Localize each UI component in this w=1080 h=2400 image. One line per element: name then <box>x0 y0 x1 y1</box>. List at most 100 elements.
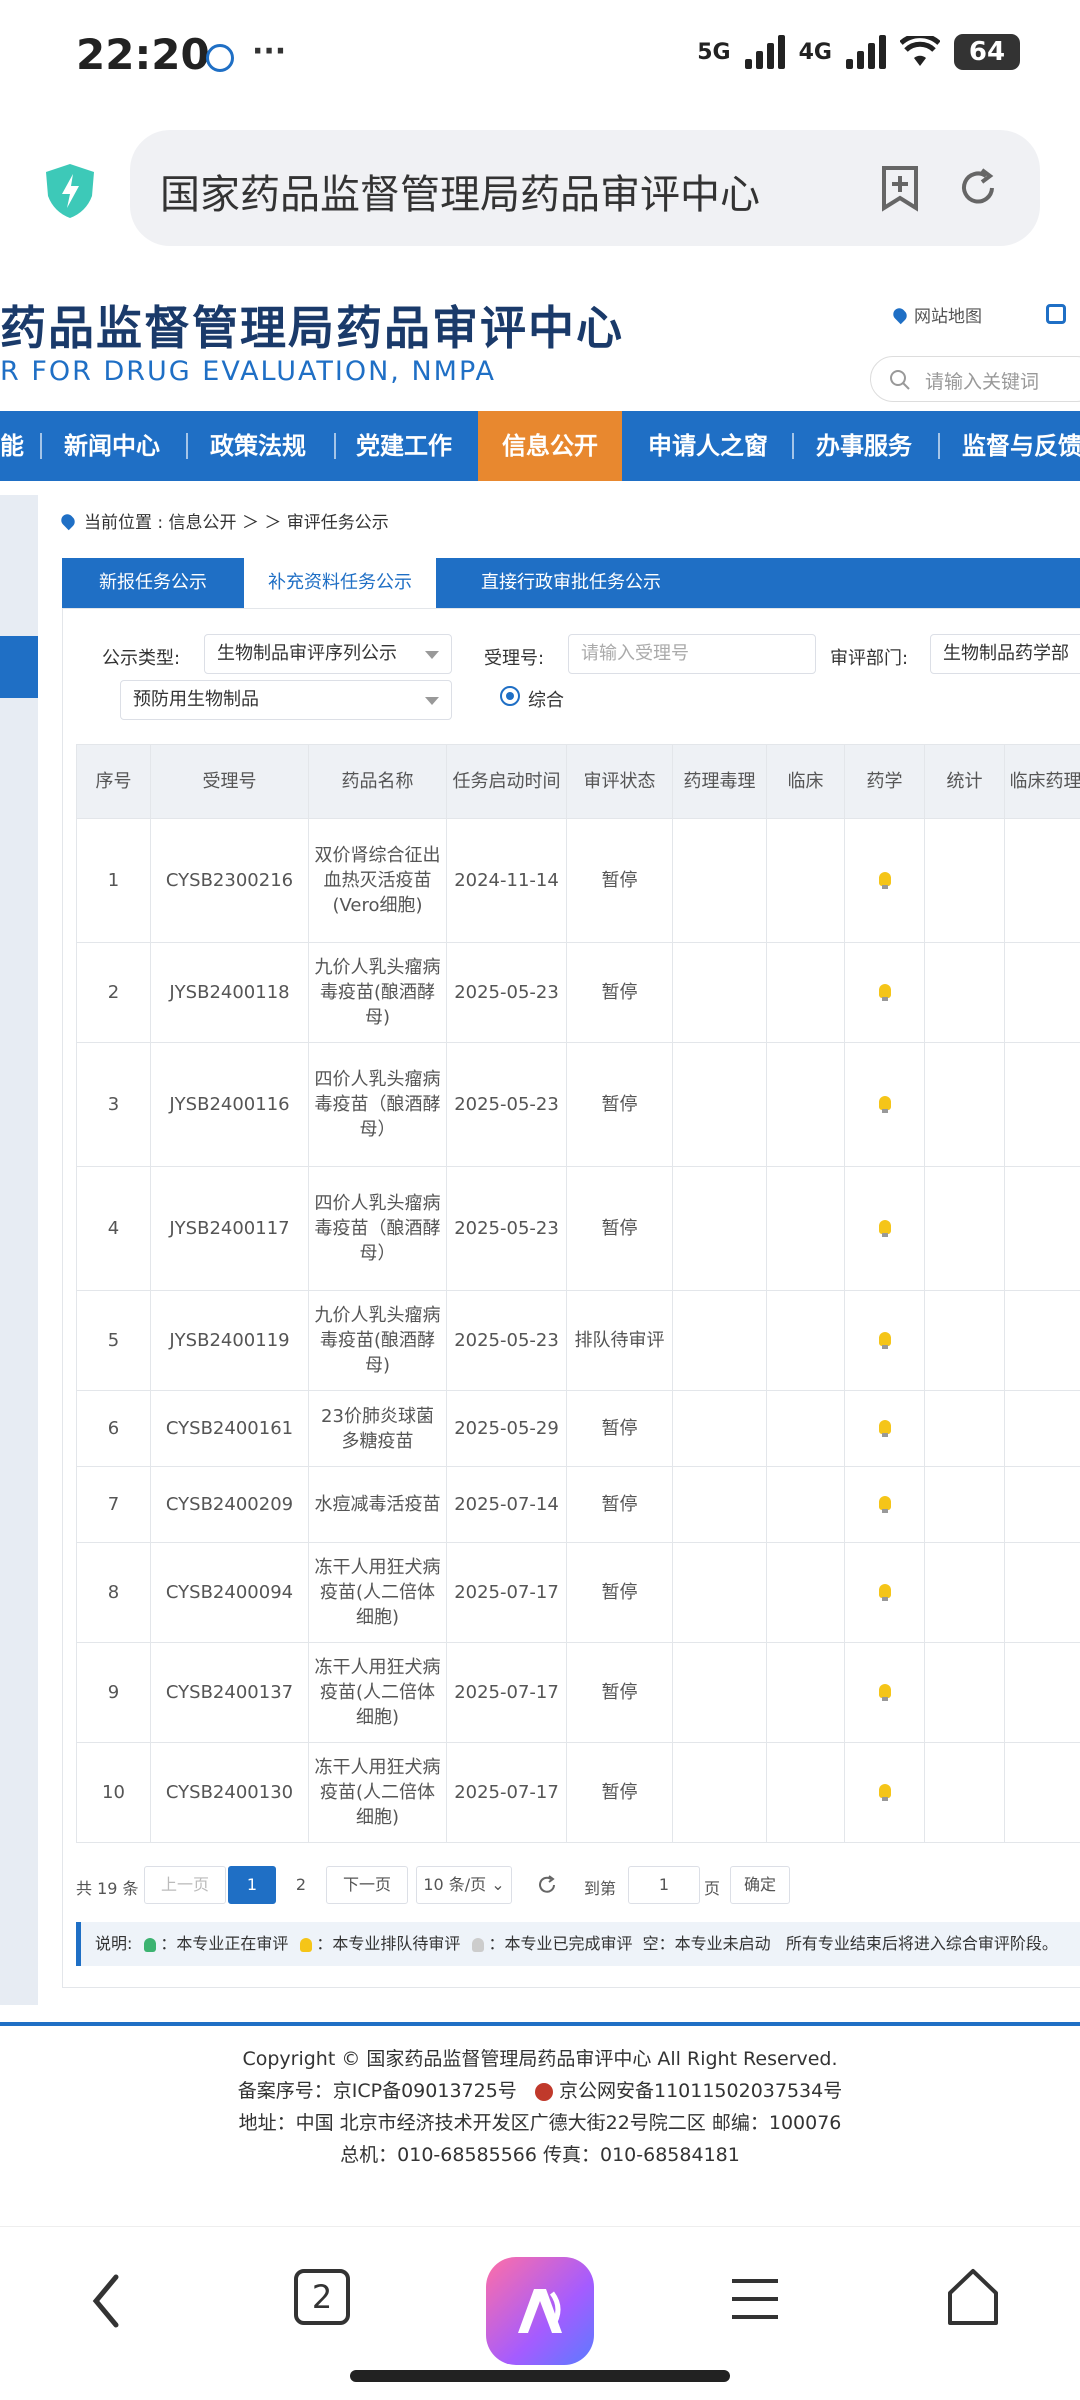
ai-assistant-button[interactable] <box>486 2257 594 2365</box>
cell-drug-name[interactable]: 冻干人用狂犬病疫苗(人二倍体细胞) <box>308 1742 447 1843</box>
signal-5g-icon <box>744 35 785 69</box>
dept-select[interactable]: 生物制品药学部 <box>930 634 1080 674</box>
cell-clinical <box>766 818 845 943</box>
site-title: 药品监督管理局药品审评中心 <box>0 301 624 355</box>
sidebar-active-item[interactable] <box>0 636 38 698</box>
table-row: 10 CYSB2400130 冻干人用狂犬病疫苗(人二倍体细胞) 2025-07-17… <box>76 1742 1080 1843</box>
cell-pharmacy <box>844 1642 925 1743</box>
cell-no: 6 <box>76 1390 151 1467</box>
address-bar[interactable]: 国家药品监督管理局药品审评中心 <box>130 130 1040 246</box>
cell-drug-name[interactable]: 九价人乳头瘤病毒疫苗(酿酒酵母) <box>308 1290 447 1391</box>
legend-gray-text: ：本专业已完成审评 <box>488 1934 633 1953</box>
cell-drug-name[interactable]: 冻干人用狂犬病疫苗(人二倍体细胞) <box>308 1642 447 1743</box>
site-search-input[interactable]: 请输入关键词 <box>870 356 1080 402</box>
cell-statistics <box>924 942 1005 1043</box>
yellow-bulb-icon <box>878 1684 891 1701</box>
cell-drug-name[interactable]: 23价肺炎球菌多糖疫苗 <box>308 1390 447 1467</box>
cell-status: 暂停 <box>566 1742 673 1843</box>
page-2-button[interactable]: 2 <box>278 1866 324 1904</box>
cell-clinical <box>766 1166 845 1291</box>
page-1-button[interactable]: 1 <box>228 1866 276 1904</box>
refresh-icon[interactable] <box>536 1874 558 1896</box>
cell-clinical <box>766 1742 845 1843</box>
cell-drug-name[interactable]: 双价肾综合征出血热灭活疫苗(Vero细胞) <box>308 818 447 943</box>
gesture-home-bar[interactable] <box>350 2370 730 2382</box>
cell-pharm-tox <box>672 1042 767 1167</box>
cell-start-time: 2025-07-14 <box>446 1466 567 1543</box>
sitemap-link[interactable]: 网站地图 <box>890 302 982 327</box>
nav-item-party[interactable]: 党建工作 <box>356 411 452 481</box>
menu-icon[interactable] <box>730 2277 780 2321</box>
cell-clinical <box>766 1642 845 1743</box>
cell-start-time: 2025-07-17 <box>446 1742 567 1843</box>
cell-statistics <box>924 1390 1005 1467</box>
type-select[interactable]: 生物制品审评序列公示 <box>204 634 452 674</box>
cell-pharm-tox <box>672 1290 767 1391</box>
confirm-button[interactable]: 确定 <box>730 1866 790 1904</box>
search-icon[interactable] <box>889 369 911 391</box>
cell-clinical <box>766 1042 845 1167</box>
tabs-button[interactable]: 2 <box>294 2269 350 2325</box>
task-table: 序号 受理号 药品名称 任务启动时间 审评状态 药理毒理 临床 药学 统计 临床… <box>76 744 1080 1843</box>
footer-record: 备案序号：京ICP备09013725号 京公网安备11011502037534号 <box>0 2076 1080 2103</box>
cell-pharm-tox <box>672 1642 767 1743</box>
home-icon[interactable] <box>946 2267 1000 2327</box>
bookmark-add-icon[interactable] <box>878 164 922 212</box>
goto-label: 到第 <box>584 1879 617 1898</box>
sitemap-label[interactable]: 网站地图 <box>914 307 982 327</box>
type-select-value: 生物制品审评序列公示 <box>217 643 397 664</box>
cell-status: 暂停 <box>566 942 673 1043</box>
next-page-button[interactable]: 下一页 <box>326 1866 408 1904</box>
refresh-icon[interactable] <box>956 166 1000 210</box>
dept-select-value: 生物制品药学部 <box>943 643 1069 664</box>
back-icon[interactable] <box>88 2271 124 2331</box>
col-header-drug-name: 药品名称 <box>308 744 447 819</box>
cell-drug-name[interactable]: 四价人乳头瘤病毒疫苗（酿酒酵母） <box>308 1166 447 1291</box>
cell-status: 排队待审评 <box>566 1290 673 1391</box>
comprehensive-radio[interactable] <box>500 686 520 706</box>
nav-item-policy[interactable]: 政策法规 <box>210 411 306 481</box>
footer-police[interactable]: 京公网安备11011502037534号 <box>559 2080 842 2102</box>
per-page-select[interactable]: 10 条/页 ⌄ <box>416 1866 512 1904</box>
status-time: 22:20 <box>76 30 210 79</box>
footer-icp[interactable]: 备案序号：京ICP备09013725号 <box>238 2080 517 2102</box>
cell-statistics <box>924 1290 1005 1391</box>
cell-status: 暂停 <box>566 1642 673 1743</box>
nav-item-news[interactable]: 新闻中心 <box>64 411 160 481</box>
tab-supplement-tasks[interactable]: 补充资料任务公示 <box>244 558 436 608</box>
cell-drug-name[interactable]: 四价人乳头瘤病毒疫苗（酿酒酵母） <box>308 1042 447 1167</box>
accept-no-input[interactable]: 请输入受理号 <box>568 634 816 674</box>
yellow-bulb-icon <box>878 984 891 1001</box>
cell-drug-name[interactable]: 水痘减毒活疫苗 <box>308 1466 447 1543</box>
cell-clin-pharm <box>1004 1390 1080 1467</box>
nav-item-applicant[interactable]: 申请人之窗 <box>648 411 768 481</box>
cell-accept-no: CYSB2400209 <box>150 1466 309 1543</box>
cell-pharmacy <box>844 1166 925 1291</box>
prev-page-button[interactable]: 上一页 <box>144 1866 226 1904</box>
cell-accept-no: JYSB2400117 <box>150 1166 309 1291</box>
col-header-statistics: 统计 <box>924 744 1005 819</box>
cell-pharm-tox <box>672 1742 767 1843</box>
tab-new-tasks[interactable]: 新报任务公示 <box>62 558 244 608</box>
nav-item-services[interactable]: 办事服务 <box>816 411 912 481</box>
cell-no: 3 <box>76 1042 151 1167</box>
cell-drug-name[interactable]: 冻干人用狂犬病疫苗(人二倍体细胞) <box>308 1542 447 1643</box>
cell-no: 4 <box>76 1166 151 1291</box>
category-select[interactable]: 预防用生物制品 <box>120 680 452 720</box>
col-header-clinical: 临床 <box>766 744 845 819</box>
cell-pharmacy <box>844 1390 925 1467</box>
cell-drug-name[interactable]: 九价人乳头瘤病毒疫苗(酿酒酵母) <box>308 942 447 1043</box>
nav-item-info-public[interactable]: 信息公开 <box>478 411 622 481</box>
cell-status: 暂停 <box>566 1466 673 1543</box>
police-badge-icon <box>534 2082 553 2101</box>
url-text[interactable]: 国家药品监督管理局药品审评中心 <box>160 162 760 220</box>
table-row: 9 CYSB2400137 冻干人用狂犬病疫苗(人二倍体细胞) 2025-07-17 暂… <box>76 1642 1080 1743</box>
cell-clin-pharm <box>1004 1290 1080 1391</box>
goto-page-input[interactable]: 1 <box>628 1866 700 1904</box>
category-select-value: 预防用生物制品 <box>133 689 259 710</box>
nav-item-features[interactable]: 能 <box>0 411 24 481</box>
tab-direct-approval-tasks[interactable]: 直接行政审批任务公示 <box>456 558 686 608</box>
security-shield-icon[interactable] <box>44 162 96 220</box>
nav-item-feedback[interactable]: 监督与反馈 <box>962 411 1080 481</box>
cell-statistics <box>924 1042 1005 1167</box>
